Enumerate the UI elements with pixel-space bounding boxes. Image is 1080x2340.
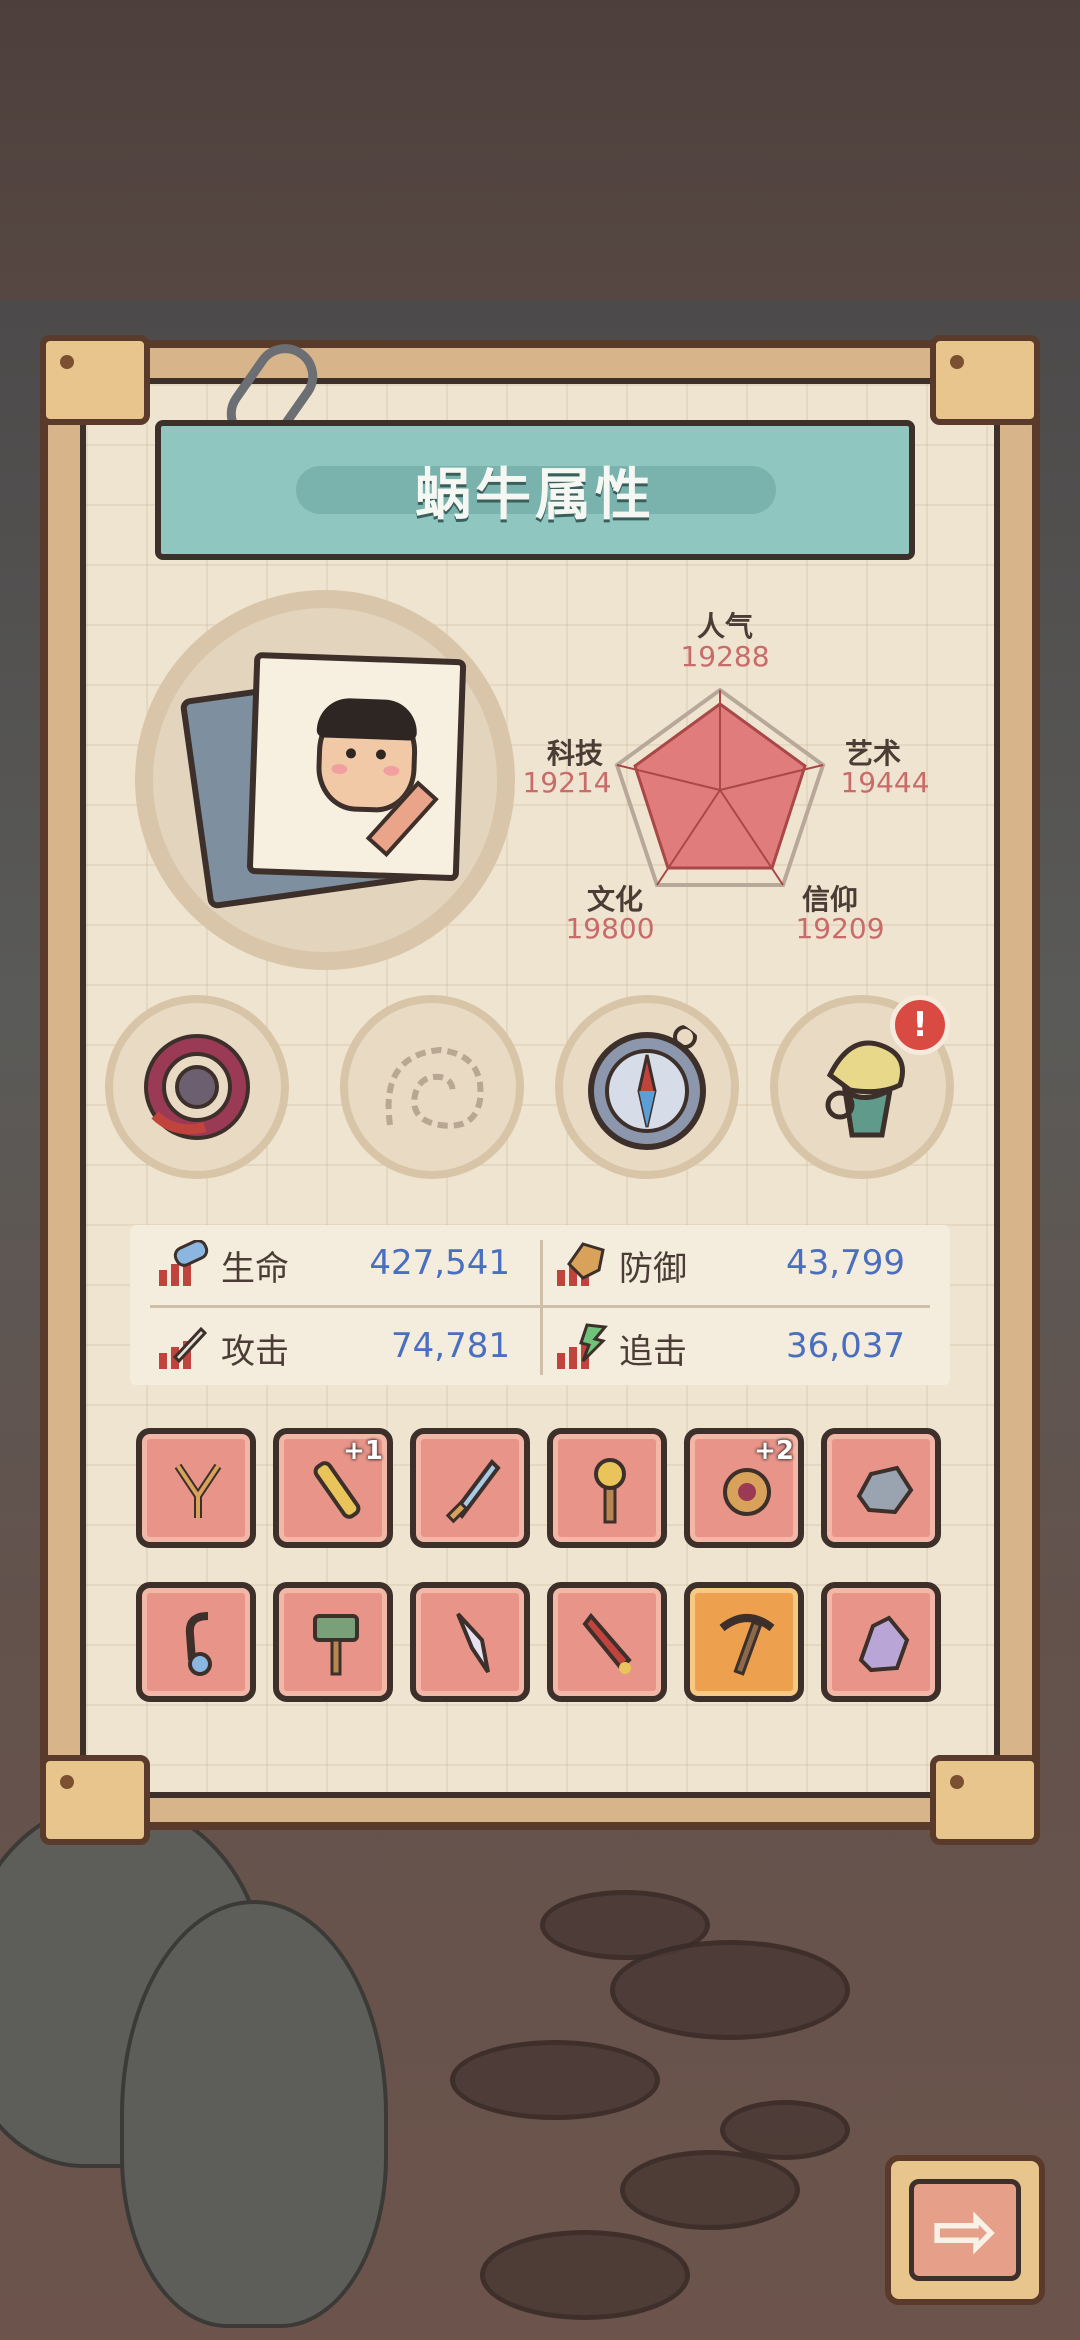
snail-shell-outline-icon	[385, 1046, 484, 1129]
stat-value-hp: 427,541	[369, 1243, 510, 1283]
item-slot-9[interactable]	[410, 1582, 530, 1702]
rock-decoration	[620, 2150, 800, 2230]
potion-bar-icon	[159, 1240, 209, 1286]
shield-bar-icon	[557, 1242, 605, 1286]
stat-pursuit: 追击	[553, 1318, 687, 1378]
stat-value-attack: 74,781	[391, 1326, 510, 1366]
panel-corner-bottom-left	[40, 1755, 150, 1845]
item-slot-2[interactable]: +1	[273, 1428, 393, 1548]
item-slot-10[interactable]	[547, 1582, 667, 1702]
equip-slot-thorn-ring[interactable]	[105, 995, 289, 1179]
enhance-level-tag: +2	[754, 1436, 794, 1466]
item-slot-6[interactable]	[821, 1428, 941, 1548]
golden-mace-icon	[313, 1461, 361, 1519]
radar-value-faith: 19209	[795, 912, 885, 945]
hook-icon	[185, 1612, 212, 1676]
panel-title: 蜗牛属性	[415, 462, 655, 528]
stat-label-hp: 生命	[221, 1248, 289, 1289]
thorn-ring-icon	[144, 1034, 250, 1140]
war-hammer-icon	[313, 1614, 359, 1676]
panel-corner-top-left	[40, 335, 150, 425]
item-slot-12[interactable]	[821, 1582, 941, 1702]
snail-portrait[interactable]	[174, 622, 476, 910]
stat-label-defense: 防御	[619, 1248, 687, 1289]
stat-label-attack: 攻击	[221, 1331, 289, 1372]
pickaxe-icon	[719, 1614, 775, 1676]
stat-value-defense: 43,799	[786, 1243, 905, 1283]
item-slot-1[interactable]	[136, 1428, 256, 1548]
equip-slot-empty-shell[interactable]	[340, 995, 524, 1179]
skull-staff-icon	[594, 1458, 626, 1524]
item-slot-5[interactable]: +2	[684, 1428, 804, 1548]
stat-value-pursuit: 36,037	[786, 1326, 905, 1366]
lightning-bar-icon	[557, 1323, 608, 1369]
enhance-level-tag: +1	[343, 1436, 383, 1466]
next-button[interactable]: ⇨	[885, 2155, 1045, 2305]
stat-attack: 攻击	[155, 1318, 289, 1378]
stat-label-pursuit: 追击	[619, 1331, 687, 1372]
slingshot-icon	[174, 1463, 222, 1518]
item-slot-7[interactable]	[136, 1582, 256, 1702]
gem-relic-icon	[723, 1468, 771, 1516]
rocket-blade-icon	[582, 1612, 632, 1674]
attribute-radar-chart	[614, 687, 826, 887]
equip-slot-compass[interactable]	[555, 995, 739, 1179]
rock-decoration	[450, 2040, 660, 2120]
item-slot-11[interactable]	[684, 1582, 804, 1702]
rock-decoration	[720, 2100, 850, 2160]
blue-sword-icon	[445, 1458, 501, 1524]
crystal-dagger-icon	[456, 1612, 490, 1674]
stat-hp: 生命	[155, 1235, 289, 1295]
rock-decoration	[610, 1940, 850, 2040]
radar-value-technology: 19214	[522, 766, 612, 799]
panel-corner-top-right	[930, 335, 1040, 425]
ore-chunk-icon	[856, 1465, 914, 1515]
bush-decoration	[120, 1900, 388, 2328]
compass-icon	[588, 1025, 706, 1150]
stat-defense: 防御	[553, 1235, 687, 1295]
title-banner: 蜗牛属性	[155, 420, 915, 560]
radar-value-art: 19444	[840, 766, 930, 799]
item-slot-4[interactable]	[547, 1428, 667, 1548]
radar-value-culture: 19800	[565, 912, 655, 945]
arrow-right-icon: ⇨	[909, 2179, 1021, 2281]
item-slot-8[interactable]	[273, 1582, 393, 1702]
rock-decoration	[480, 2230, 690, 2320]
crystal-rock-icon	[858, 1615, 910, 1673]
sword-bar-icon	[159, 1326, 208, 1369]
alert-badge: !	[890, 995, 950, 1055]
item-slot-3[interactable]	[410, 1428, 530, 1548]
photo-card	[246, 651, 467, 882]
panel-corner-bottom-right	[930, 1755, 1040, 1845]
radar-value-popularity: 19288	[680, 640, 770, 673]
radar-label-popularity: 人气	[696, 610, 753, 643]
